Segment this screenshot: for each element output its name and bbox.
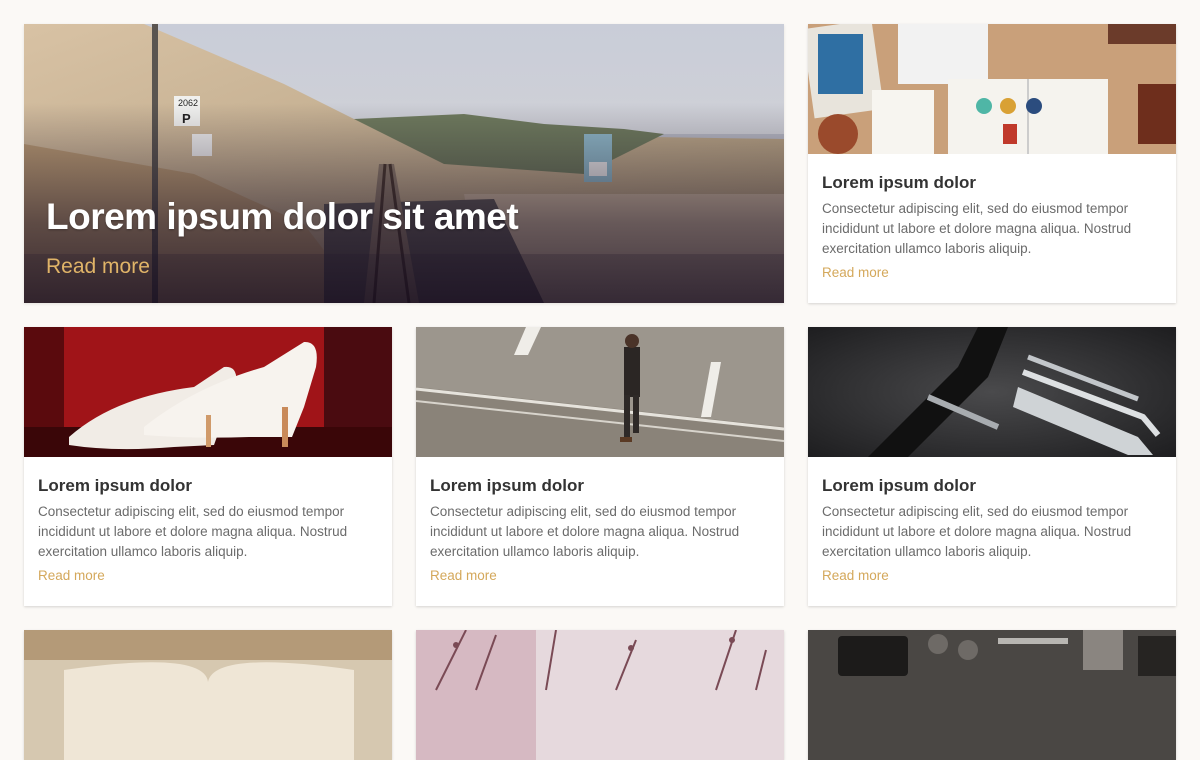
card-read-more-link[interactable]: Read more [822, 568, 889, 583]
card-image-desk [808, 24, 1176, 154]
card-read-more-link[interactable]: Read more [822, 265, 889, 280]
card-image-road [416, 327, 784, 457]
card-image-book [24, 630, 392, 760]
card-title[interactable]: Lorem ipsum dolor [38, 475, 378, 497]
card-excerpt: Consectetur adipiscing elit, sed do eius… [430, 504, 740, 559]
card-fork[interactable]: Lorem ipsum dolor Consectetur adipiscing… [808, 327, 1176, 606]
card-title[interactable]: Lorem ipsum dolor [430, 475, 770, 497]
card-excerpt: Consectetur adipiscing elit, sed do eius… [822, 201, 1132, 256]
hero-title[interactable]: Lorem ipsum dolor sit amet [46, 196, 519, 238]
card-book[interactable] [24, 630, 392, 760]
card-branches[interactable] [416, 630, 784, 760]
hero-card[interactable]: 2062 P Lorem ipsum dolor sit amet Read m… [24, 24, 784, 303]
card-image-branches [416, 630, 784, 760]
card-man-crossing[interactable]: Lorem ipsum dolor Consectetur adipiscing… [416, 327, 784, 606]
card-travel[interactable] [808, 630, 1176, 760]
card-image-travel [808, 630, 1176, 760]
card-excerpt: Consectetur adipiscing elit, sed do eius… [38, 504, 348, 559]
card-desk[interactable]: Lorem ipsum dolor Consectetur adipiscing… [808, 24, 1176, 303]
card-title[interactable]: Lorem ipsum dolor [822, 475, 1162, 497]
card-title[interactable]: Lorem ipsum dolor [822, 172, 1162, 194]
card-excerpt: Consectetur adipiscing elit, sed do eius… [822, 504, 1132, 559]
card-read-more-link[interactable]: Read more [38, 568, 105, 583]
card-read-more-link[interactable]: Read more [430, 568, 497, 583]
hero-read-more-link[interactable]: Read more [46, 255, 150, 279]
card-heels[interactable]: Lorem ipsum dolor Consectetur adipiscing… [24, 327, 392, 606]
card-image-fork [808, 327, 1176, 457]
card-image-heels [24, 327, 392, 457]
